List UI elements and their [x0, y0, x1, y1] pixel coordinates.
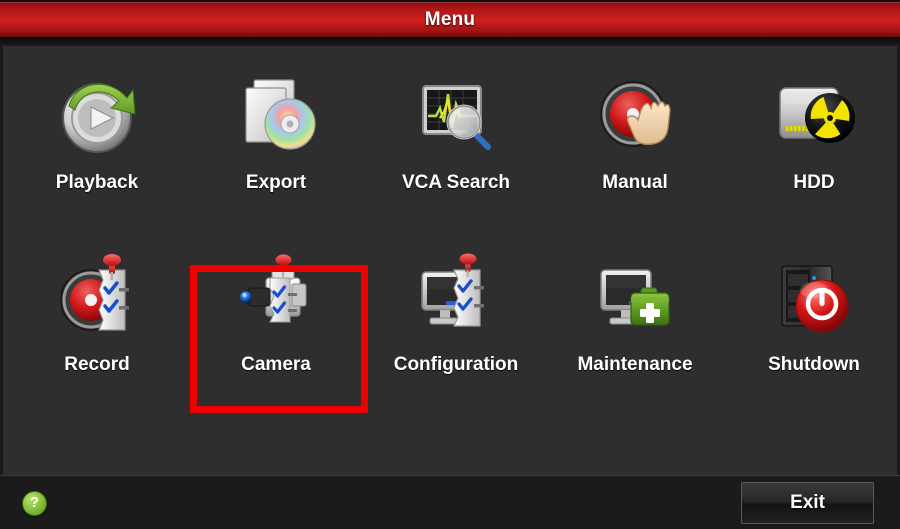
title-bar: Menu [0, 0, 900, 37]
menu-item-playback[interactable]: Playback [12, 66, 182, 226]
maintenance-icon [585, 248, 685, 348]
menu-item-label: Manual [602, 172, 668, 193]
playback-icon [47, 66, 147, 166]
hdd-icon [764, 66, 864, 166]
menu-item-maintenance[interactable]: Maintenance [550, 248, 720, 408]
shutdown-icon [764, 248, 864, 348]
title-separator [0, 37, 900, 46]
export-icon [226, 66, 326, 166]
manual-record-icon [585, 66, 685, 166]
menu-item-camera[interactable]: Camera [191, 248, 361, 408]
menu-item-label: Camera [241, 354, 311, 375]
menu-item-label: Playback [55, 172, 139, 193]
menu-window: Menu Playback Export VCA Search Manual H… [0, 0, 900, 529]
menu-item-label: Shutdown [768, 354, 860, 375]
vca-search-icon [406, 66, 506, 166]
menu-item-record[interactable]: Record [12, 248, 182, 408]
menu-item-shutdown[interactable]: Shutdown [729, 248, 899, 408]
menu-item-configuration[interactable]: Configuration [371, 248, 541, 408]
help-icon[interactable]: ? [22, 491, 47, 516]
menu-item-label: Record [64, 354, 130, 375]
exit-button[interactable]: Exit [741, 482, 874, 524]
menu-item-hdd[interactable]: HDD [729, 66, 899, 226]
menu-content: Playback Export VCA Search Manual HDD Re… [0, 46, 900, 475]
menu-item-export[interactable]: Export [191, 66, 361, 226]
menu-item-vca-search[interactable]: VCA Search [371, 66, 541, 226]
camera-icon [226, 248, 326, 348]
menu-item-label: Configuration [393, 354, 519, 375]
menu-grid: Playback Export VCA Search Manual HDD Re… [3, 46, 897, 475]
page-title: Menu [424, 9, 476, 30]
menu-item-label: Maintenance [577, 354, 693, 375]
menu-item-label: HDD [793, 172, 835, 193]
menu-item-label: VCA Search [401, 172, 511, 193]
menu-item-label: Export [245, 172, 307, 193]
configuration-icon [406, 248, 506, 348]
record-icon [47, 248, 147, 348]
menu-item-manual[interactable]: Manual [550, 66, 720, 226]
